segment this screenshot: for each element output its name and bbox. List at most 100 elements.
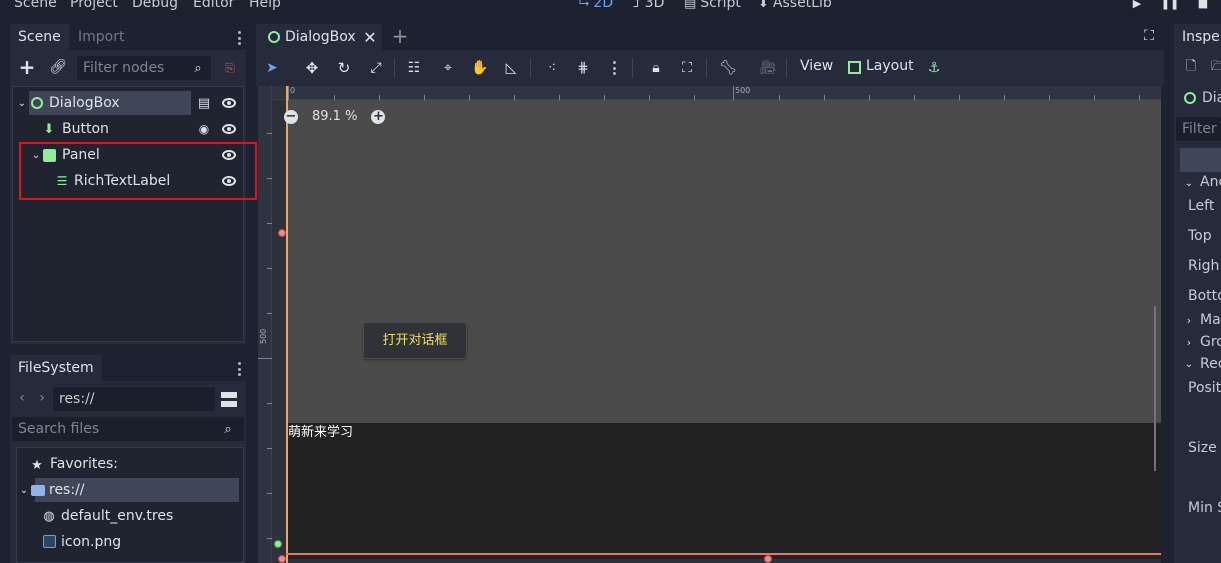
bottom-boundary-line xyxy=(286,553,1161,555)
pause-icon[interactable]: ❚❚ xyxy=(1161,0,1179,10)
workspace-assetlib-button[interactable]: ⬇ AssetLib xyxy=(758,0,832,11)
fullscreen-icon[interactable]: ⛶ xyxy=(1141,28,1157,44)
add-node-icon[interactable]: + xyxy=(19,55,36,79)
instance-script-icon[interactable]: ⎘ xyxy=(222,60,238,76)
tab-inspector[interactable]: Inspe xyxy=(1174,24,1221,50)
list-select-icon[interactable]: ☷ xyxy=(406,60,422,76)
scene-dock-menu-icon[interactable] xyxy=(238,31,242,48)
menu-help[interactable]: Help xyxy=(249,0,281,11)
move-mode-icon[interactable]: ✥ xyxy=(304,59,320,77)
snap-options-icon[interactable] xyxy=(613,61,617,78)
inspector-filter-input[interactable]: Filter xyxy=(1176,117,1221,141)
canvas-viewport[interactable]: 0 500 500 − 89.1 % + 打开对话框 萌新来学习 xyxy=(258,86,1161,563)
signal-icon[interactable]: ◉ xyxy=(198,122,210,136)
forward-icon[interactable]: › xyxy=(36,390,48,406)
anchor-handle[interactable] xyxy=(278,229,286,237)
rotate-mode-icon[interactable]: ↻ xyxy=(336,59,352,77)
grid-snap-icon[interactable]: ⋕ xyxy=(575,60,591,76)
collapse-arrow-icon[interactable]: ⌄ xyxy=(19,484,29,496)
zoom-out-icon[interactable]: − xyxy=(284,109,298,124)
globe-icon: ◍ xyxy=(43,508,55,524)
pan-mode-icon[interactable]: ✋ xyxy=(471,60,488,76)
search-icon: ⌕ xyxy=(194,60,202,76)
view-menu-button[interactable]: View xyxy=(800,58,833,74)
add-tab-icon[interactable]: + xyxy=(392,24,409,48)
camera-override-icon[interactable]: 🎥︎ xyxy=(759,60,777,76)
zoom-controls: − 89.1 % + xyxy=(284,109,386,124)
workspace-2d-button[interactable]: ⮡ 2D xyxy=(579,0,613,11)
tree-item-icon-png[interactable]: icon.png xyxy=(61,530,121,554)
toolbar-divider xyxy=(530,58,531,78)
toolbar-divider xyxy=(706,58,707,78)
ruler-top: 0 500 xyxy=(258,86,1161,100)
ruler-label-500: 500 xyxy=(735,86,751,95)
ruler-label-500-vertical: 500 xyxy=(259,328,268,344)
search-files-input[interactable]: Search files xyxy=(12,417,244,441)
anchor-handle[interactable] xyxy=(278,555,286,563)
stop-icon[interactable]: ■ xyxy=(1196,0,1210,10)
workspace-3d-button[interactable]: ⮥ 3D xyxy=(633,0,664,11)
expand-arrow-icon[interactable]: › xyxy=(1184,336,1194,349)
menu-debug[interactable]: Debug xyxy=(132,0,178,11)
close-icon[interactable]: ✕ xyxy=(362,28,378,47)
section-grow[interactable]: Gro xyxy=(1200,334,1221,350)
layout-menu-button[interactable]: Layout xyxy=(866,58,914,74)
script-icon[interactable]: ▤ xyxy=(198,96,210,111)
field-top: Top xyxy=(1188,228,1212,244)
field-min-size: Min S xyxy=(1188,500,1221,516)
tab-scene[interactable]: Scene xyxy=(10,24,69,50)
inspector-class-header xyxy=(1180,148,1221,172)
load-resource-icon[interactable]: 🗁︎ xyxy=(1211,59,1221,75)
new-resource-icon[interactable]: 🗋︎ xyxy=(1184,59,1198,75)
tree-item-default-env[interactable]: default_env.tres xyxy=(61,504,173,528)
menu-project[interactable]: Project xyxy=(70,0,118,11)
section-anchor[interactable]: Anc xyxy=(1200,174,1221,190)
play-icon[interactable]: ▶ xyxy=(1130,0,1144,10)
section-margin[interactable]: Ma xyxy=(1200,312,1221,328)
split-view-icon[interactable] xyxy=(221,391,237,407)
section-rect[interactable]: Rec xyxy=(1200,356,1221,372)
toolbar-divider xyxy=(394,58,395,78)
collapse-arrow-icon[interactable]: ⌄ xyxy=(17,97,27,109)
assetlib-icon: ⬇ xyxy=(758,0,769,11)
scene-tree: ⌄ DialogBox ▤ ⬇ Button ◉ ⌄ Panel ☰ RichT… xyxy=(12,86,257,342)
dialogbox-control-rect xyxy=(286,100,1161,423)
pivot-icon[interactable]: ⌖ xyxy=(440,60,456,76)
game-rich-text-label: 萌新来学习 xyxy=(288,425,354,440)
menu-scene[interactable]: Scene xyxy=(14,0,57,11)
menu-editor[interactable]: Editor xyxy=(193,0,234,11)
favorites-label: Favorites: xyxy=(50,456,118,472)
collapse-arrow-icon[interactable]: ⌄ xyxy=(1184,358,1194,370)
smart-snap-icon[interactable]: ⁖ xyxy=(544,60,560,76)
tree-node-button[interactable]: Button xyxy=(62,117,109,141)
group-icon[interactable]: ⛶ xyxy=(679,60,695,76)
scale-mode-icon[interactable]: ⤢ xyxy=(368,60,384,76)
field-bottom: Botto xyxy=(1188,288,1221,304)
filesystem-tabs: FileSystem xyxy=(10,355,246,381)
tab-filesystem[interactable]: FileSystem xyxy=(10,355,102,381)
bone-icon[interactable]: 🦴︎ xyxy=(719,60,737,76)
anchor-handle[interactable] xyxy=(764,555,772,563)
link-icon[interactable]: 🔗︎ xyxy=(49,59,67,75)
back-icon[interactable]: ‹ xyxy=(16,390,28,406)
game-open-dialog-button[interactable]: 打开对话框 xyxy=(363,322,467,359)
zoom-level[interactable]: 89.1 % xyxy=(312,109,357,124)
filesystem-menu-icon[interactable] xyxy=(238,362,242,379)
anchor-icon[interactable]: ⚓︎ xyxy=(926,60,942,76)
tab-import[interactable]: Import xyxy=(70,24,132,50)
lock-icon[interactable]: 🔒︎ xyxy=(648,60,664,76)
zoom-in-icon[interactable]: + xyxy=(371,109,386,124)
anchor-pin-icon[interactable] xyxy=(274,540,282,548)
expand-arrow-icon[interactable]: › xyxy=(1184,314,1194,327)
2d-icon: ⮡ xyxy=(579,0,590,11)
ruler-mode-icon[interactable]: ◺ xyxy=(503,60,519,76)
viewport-scrollbar[interactable] xyxy=(1154,306,1156,471)
inspector-node-label: Dia xyxy=(1202,90,1221,106)
path-input[interactable]: res:// xyxy=(53,387,215,411)
visibility-eye-icon[interactable] xyxy=(222,124,236,134)
visibility-eye-icon[interactable] xyxy=(222,98,236,108)
select-mode-icon[interactable]: ➤ xyxy=(264,60,280,76)
workspace-script-button[interactable]: ▤ Script xyxy=(684,0,741,11)
canvas-toolbar: ➤ ✥ ↻ ⤢ ☷ ⌖ ✋ ◺ ⁖ ⋕ 🔒︎ ⛶ 🦴︎ 🎥︎ View Layo… xyxy=(256,50,1164,86)
collapse-arrow-icon[interactable]: ⌄ xyxy=(1184,177,1194,189)
